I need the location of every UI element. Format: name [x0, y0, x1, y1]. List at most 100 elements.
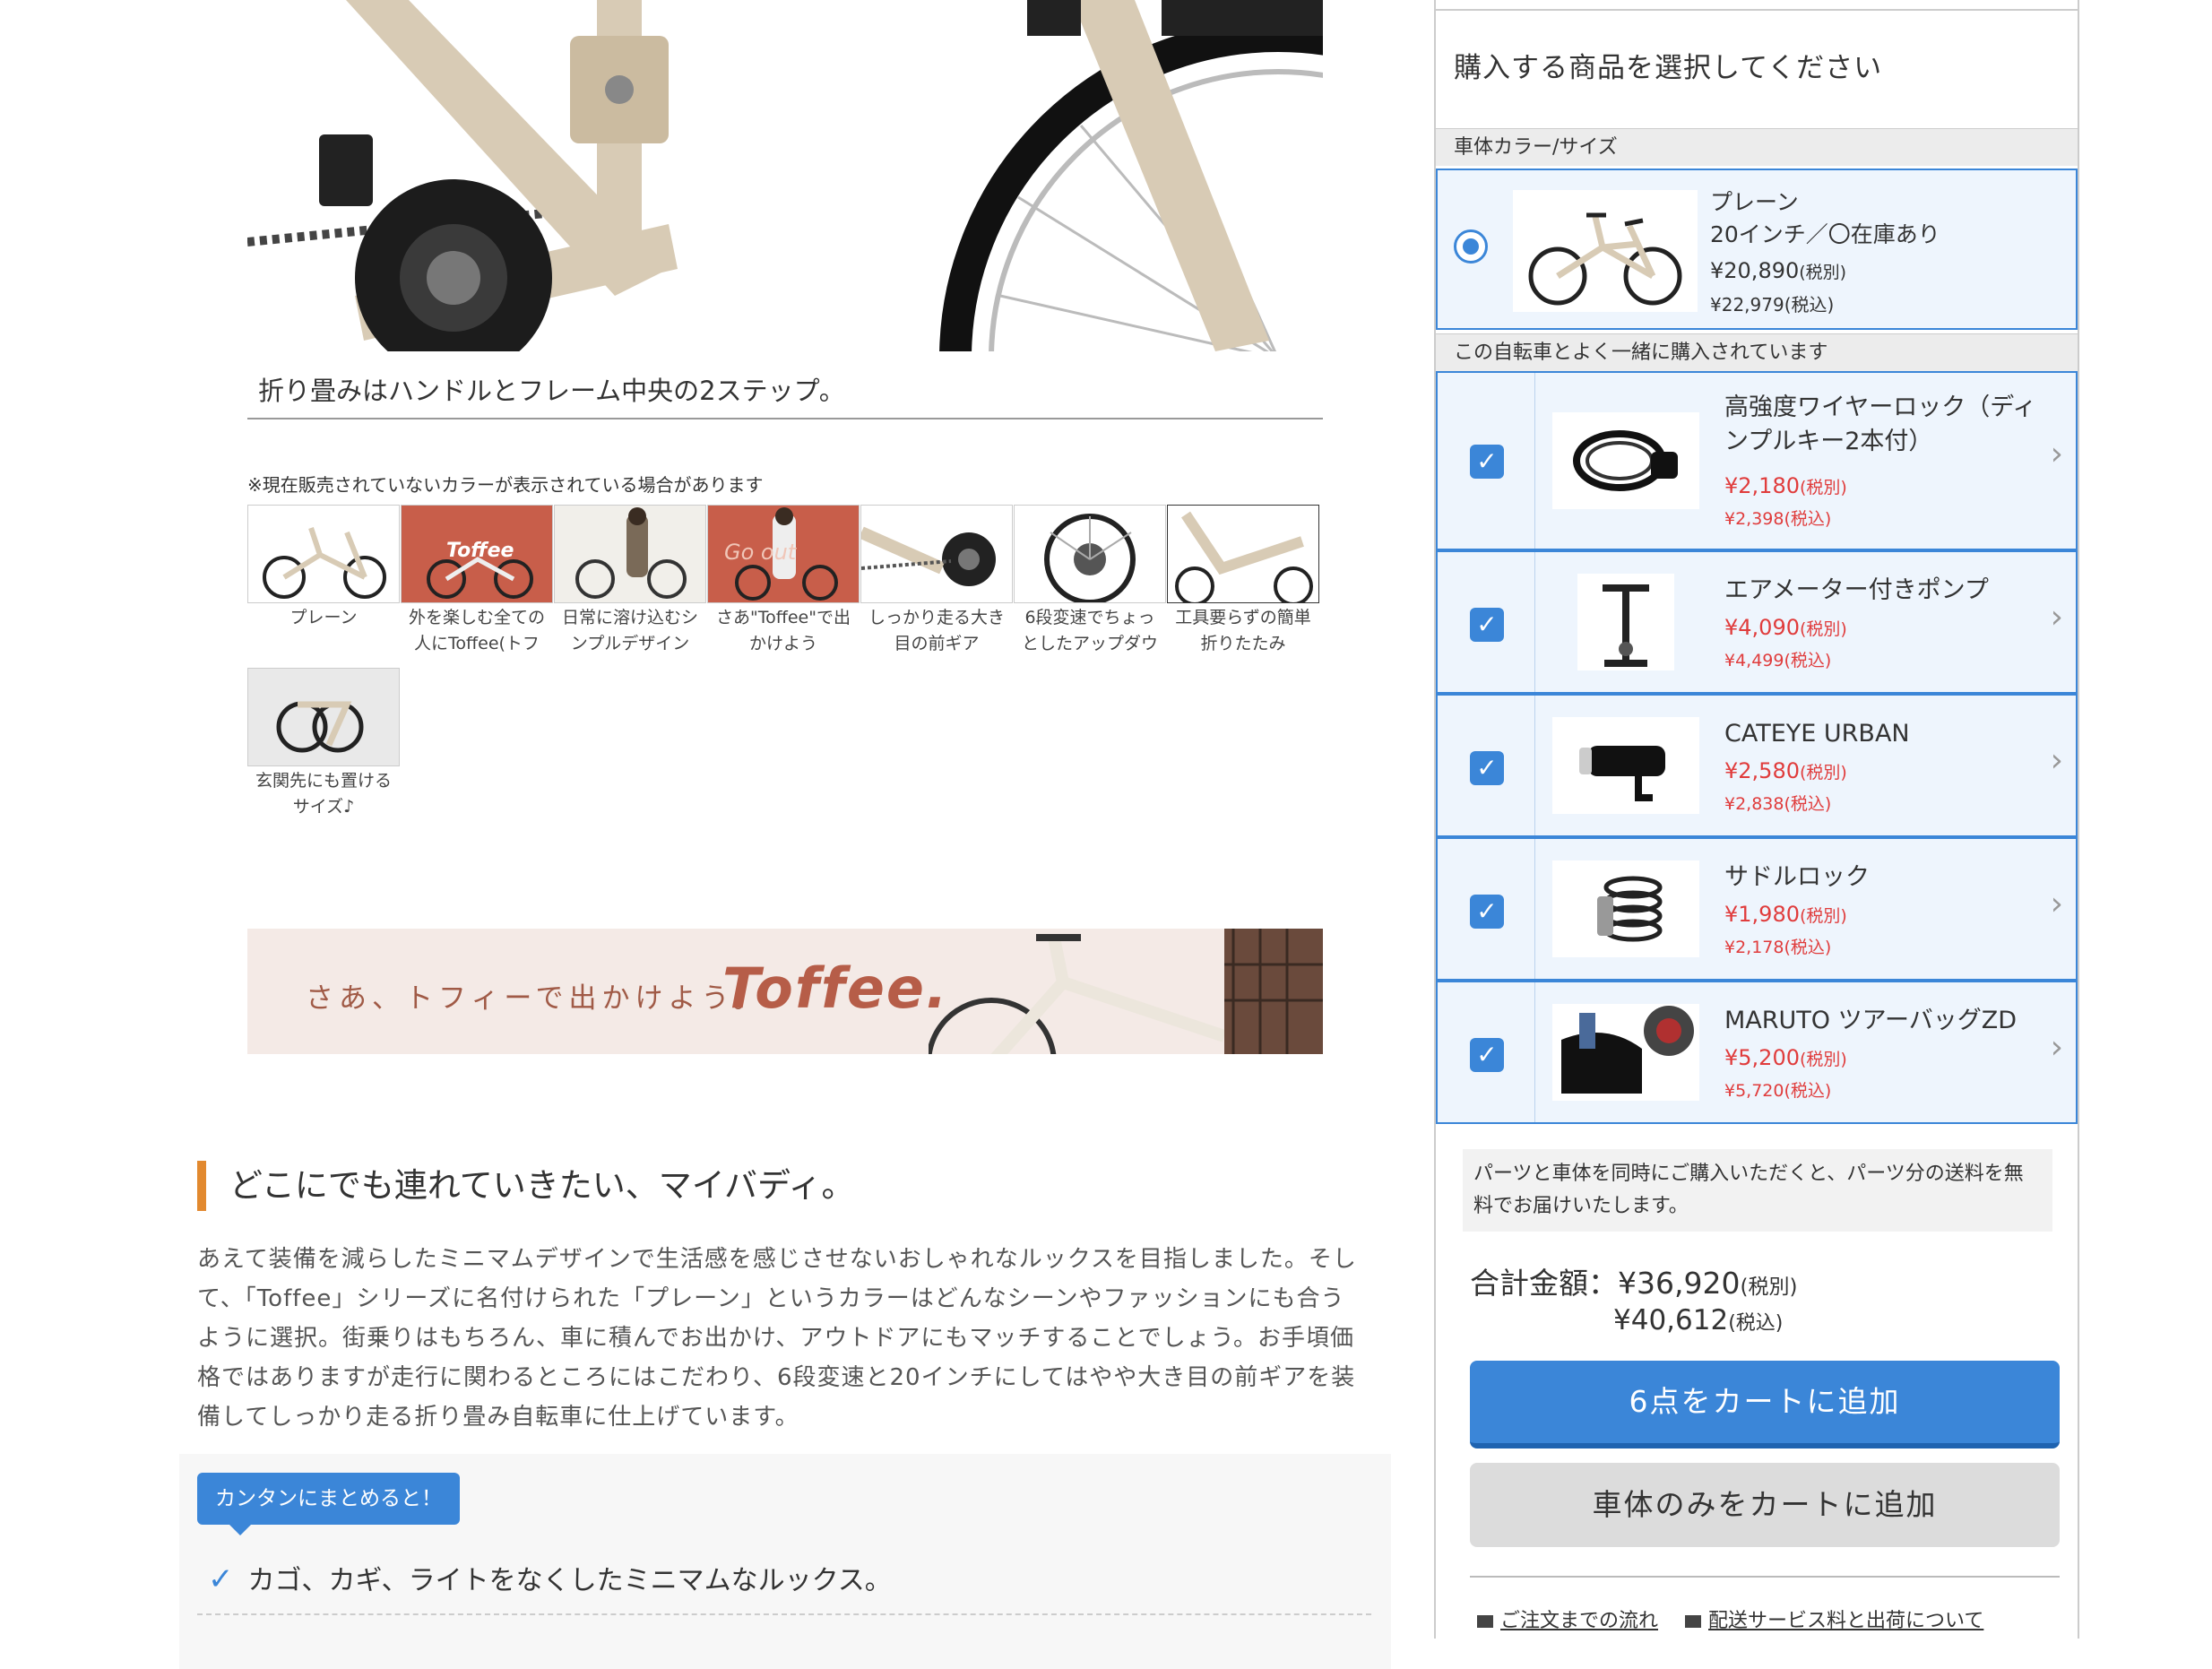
- thumbnail-folding[interactable]: 工具要らずの簡単 折りたたみ: [1167, 505, 1319, 657]
- accessory-price-in: ¥2,838(税込): [1724, 794, 1832, 814]
- thumbnail-caption: さあ"Toffee"で出 かけよう: [716, 608, 851, 653]
- thumbnail-lifestyle-2[interactable]: 日常に溶け込むシ ンプルデザイン: [554, 505, 706, 657]
- accessory-name: MARUTO ツアーバッグZD: [1724, 1007, 2018, 1034]
- add-body-only-button[interactable]: 車体のみをカートに追加: [1470, 1463, 2060, 1547]
- chevron-right-icon[interactable]: ›: [2051, 436, 2063, 472]
- summary-item: ✓ カゴ、カギ、ライトをなくしたミニマムなルックス。: [208, 1561, 892, 1597]
- thumbnail-caption: 玄関先にも置ける サイズ♪: [255, 771, 392, 817]
- document-icon: [1685, 1615, 1701, 1628]
- thumbnail-caption: 日常に溶け込むシ ンプルデザイン: [561, 608, 698, 653]
- accessory-price-in: ¥2,178(税込): [1724, 938, 1832, 957]
- body-color-name: プレーン: [1710, 189, 1799, 215]
- thumbnail-overlay-text: Toffee: [446, 540, 514, 562]
- checkbox-cell: ✓: [1438, 696, 1535, 835]
- wire-lock-icon: [1552, 412, 1699, 509]
- shipping-note: パーツと車体を同時にご購入いただくと、パーツ分の送料を無料でお届けいたします。: [1463, 1149, 2052, 1232]
- radio-selected[interactable]: [1454, 229, 1488, 264]
- add-all-to-cart-button[interactable]: 6点をカートに追加: [1470, 1361, 2060, 1448]
- checkbox-cell: ✓: [1438, 839, 1535, 979]
- divider: [1436, 9, 2078, 11]
- accessory-name: サドルロック: [1724, 863, 1870, 891]
- chevron-right-icon[interactable]: ›: [2051, 1029, 2063, 1066]
- summary-badge: カンタンにまとめると！: [197, 1473, 460, 1535]
- thumbnail-gear[interactable]: しっかり走る大き 目の前ギア: [860, 505, 1013, 657]
- tour-bag-icon: [1552, 1004, 1699, 1101]
- thumbnail-plain[interactable]: プレーン: [247, 505, 400, 631]
- thumbnail-folded-size[interactable]: 玄関先にも置ける サイズ♪: [247, 668, 400, 820]
- thumbnail-caption: 6段変速でちょっ としたアップダウ: [1021, 608, 1158, 653]
- banner-bike-image: [929, 929, 1323, 1054]
- divider: [197, 1613, 1371, 1615]
- accessory-name: エアメーター付きポンプ: [1724, 576, 1989, 604]
- order-flow-link[interactable]: ご注文までの流れ: [1477, 1604, 1658, 1633]
- banner-logo: Toffee.: [722, 956, 949, 1021]
- total-price-ex: 合計金額：¥36,920(税別): [1470, 1266, 1798, 1301]
- panel-title: 購入する商品を選択してください: [1454, 52, 1883, 84]
- color-note: ※現在販売されていないカラーが表示されている場合があります: [247, 474, 764, 496]
- saddle-lock-icon: [1552, 860, 1699, 957]
- checkbox-cell: ✓: [1438, 373, 1535, 549]
- checkbox-cell: ✓: [1438, 552, 1535, 692]
- accessory-name: 高強度ワイヤーロック（ディンプルキー2本付）: [1724, 393, 2037, 455]
- document-icon: [1477, 1615, 1493, 1628]
- chevron-right-icon[interactable]: ›: [2051, 599, 2063, 636]
- section-heading: どこにでも連れていきたい、マイバディ。: [197, 1161, 854, 1211]
- thumbnail-overlay-text: Go out: [724, 540, 797, 565]
- accessory-row-saddle-lock[interactable]: ✓ サドルロック ¥1,980(税別) ¥2,178(税込) ›: [1436, 837, 2078, 981]
- chevron-right-icon[interactable]: ›: [2051, 742, 2063, 779]
- accessory-row-wire-lock[interactable]: ✓ 高強度ワイヤーロック（ディンプルキー2本付） ¥2,180(税別) ¥2,3…: [1436, 371, 2078, 550]
- accessory-price-in: ¥4,499(税込): [1724, 651, 1832, 670]
- thumbnail-image: [247, 668, 400, 766]
- body-section-label: 車体カラー/サイズ: [1436, 128, 2078, 166]
- hero-image: [247, 0, 1323, 351]
- accessory-price-ex: ¥2,180(税別): [1724, 473, 1847, 498]
- accessory-price-ex: ¥5,200(税別): [1724, 1045, 1847, 1070]
- body-option-row[interactable]: プレーン 20インチ／〇在庫あり ¥20,890(税別) ¥22,979(税込): [1436, 169, 2078, 330]
- accessory-price-ex: ¥4,090(税別): [1724, 615, 1847, 640]
- checkbox-checked[interactable]: ✓: [1470, 895, 1504, 929]
- radio-dot: [1463, 238, 1479, 255]
- thumbnail-derailleur[interactable]: 6段変速でちょっ としたアップダウ: [1014, 505, 1166, 657]
- checkbox-checked[interactable]: ✓: [1470, 751, 1504, 785]
- shipping-info-link[interactable]: 配送サービス料と出荷について: [1685, 1604, 1983, 1633]
- checkbox-cell: ✓: [1438, 982, 1535, 1122]
- thumbnail-image: Toffee: [401, 505, 553, 603]
- accessory-row-pump[interactable]: ✓ エアメーター付きポンプ ¥4,090(税別) ¥4,499(税込) ›: [1436, 550, 2078, 694]
- thumbnail-image: [1167, 505, 1319, 603]
- checkbox-checked[interactable]: ✓: [1470, 608, 1504, 642]
- body-size-stock: 20インチ／〇在庫あり: [1710, 221, 1940, 247]
- total-price-in: ¥40,612(税込): [1613, 1304, 1784, 1336]
- check-icon: ✓: [208, 1561, 234, 1597]
- thumbnail-lifestyle-3[interactable]: Go out さあ"Toffee"で出 かけよう: [707, 505, 860, 657]
- accessory-name: CATEYE URBAN: [1724, 720, 1910, 748]
- accessory-row-tour-bag[interactable]: ✓ MARUTO ツアーバッグZD ¥5,200(税別) ¥5,720(税込) …: [1436, 981, 2078, 1124]
- pump-icon: [1577, 574, 1674, 670]
- accessory-price-in: ¥5,720(税込): [1724, 1081, 1832, 1101]
- checkbox-checked[interactable]: ✓: [1470, 1038, 1504, 1072]
- accessory-row-light[interactable]: ✓ CATEYE URBAN ¥2,580(税別) ¥2,838(税込) ›: [1436, 694, 2078, 837]
- thumbnail-image: [860, 505, 1013, 603]
- thumbnail-image: [247, 505, 400, 603]
- body-price-ex: ¥20,890(税別): [1710, 258, 1847, 283]
- bicycle-image: [1513, 190, 1698, 312]
- hero-caption: 折り畳みはハンドルとフレーム中央の2ステップ。: [247, 362, 1323, 419]
- accessory-price-in: ¥2,398(税込): [1724, 509, 1832, 529]
- thumbnail-caption: 工具要らずの簡単 折りたたみ: [1175, 608, 1311, 653]
- accessory-section-label: この自転車とよく一緒に購入されています: [1436, 333, 2078, 371]
- body-price-in: ¥22,979(税込): [1710, 294, 1835, 316]
- divider: [1470, 1576, 2060, 1578]
- thumbnail-image: Go out: [707, 505, 860, 603]
- checkbox-checked[interactable]: ✓: [1470, 445, 1504, 479]
- thumbnail-lifestyle-1[interactable]: Toffee 外を楽しむ全ての 人にToffee(トフ: [401, 505, 553, 657]
- thumbnail-image: [1014, 505, 1166, 603]
- banner-text: さあ、トフィーで出かけよう。: [306, 982, 766, 1015]
- section-body: あえて装備を減らしたミニマムデザインで生活感を感じさせないおしゃれなルックスを目…: [197, 1246, 1357, 1431]
- chevron-right-icon[interactable]: ›: [2051, 886, 2063, 922]
- accessory-price-ex: ¥1,980(税別): [1724, 902, 1847, 927]
- toffee-banner[interactable]: さあ、トフィーで出かけよう。 Toffee.: [247, 929, 1323, 1054]
- thumbnail-image: [554, 505, 706, 603]
- thumbnail-caption: しっかり走る大き 目の前ギア: [868, 608, 1005, 653]
- thumbnail-caption: プレーン: [289, 608, 358, 627]
- thumbnail-caption: 外を楽しむ全ての 人にToffee(トフ: [408, 608, 545, 653]
- bike-light-icon: [1552, 717, 1699, 814]
